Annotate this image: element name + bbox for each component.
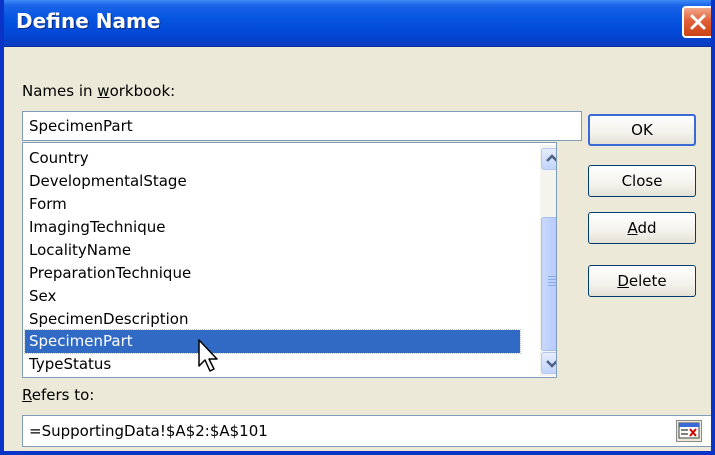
names-label-suffix: orkbook:: [109, 82, 176, 100]
scroll-thumb[interactable]: [541, 217, 556, 351]
list-item[interactable]: ImagingTechnique: [25, 216, 520, 239]
define-name-dialog: Define Name Names in workbook: SpecimenP…: [0, 0, 715, 455]
refers-to-label: Refers to:: [22, 386, 94, 404]
list-scrollbar[interactable]: [540, 145, 556, 376]
ok-button[interactable]: OK: [588, 114, 696, 146]
refers-label-suffix: efers to:: [31, 386, 95, 404]
collapse-dialog-button[interactable]: [676, 420, 702, 442]
add-button-mnemonic: A: [627, 219, 638, 237]
list-item[interactable]: DevelopmentalStage: [25, 170, 520, 193]
list-item[interactable]: SpecimenDescription: [25, 308, 520, 331]
grip-line: [548, 279, 556, 280]
list-item[interactable]: Sex: [25, 285, 520, 308]
names-listbox[interactable]: Country DevelopmentalStage Form ImagingT…: [22, 142, 557, 378]
collapse-dialog-icon: [678, 422, 700, 439]
name-input[interactable]: SpecimenPart: [22, 111, 582, 141]
close-icon: [690, 14, 706, 30]
names-label-mnemonic: w: [97, 82, 110, 100]
delete-button[interactable]: Delete: [588, 265, 696, 297]
list-item[interactable]: Country: [25, 147, 520, 170]
dialog-title: Define Name: [16, 9, 161, 33]
arrow-down-icon: [546, 360, 556, 368]
list-item[interactable]: TypeStatus: [25, 353, 520, 376]
refers-to-input[interactable]: =SupportingData!$A$2:$A$101: [22, 415, 711, 447]
names-in-workbook-label: Names in workbook:: [22, 82, 175, 100]
names-label-prefix: Names in: [22, 82, 98, 100]
delete-button-label: elete: [628, 272, 667, 290]
mouse-pointer-icon: [198, 339, 218, 372]
scroll-up-button[interactable]: [541, 148, 556, 170]
grip-line: [548, 285, 556, 286]
add-button-label: dd: [637, 219, 657, 237]
delete-button-mnemonic: D: [617, 272, 629, 290]
close-window-button[interactable]: [682, 6, 711, 38]
list-item[interactable]: PreparationTechnique: [25, 262, 520, 285]
refers-label-mnemonic: R: [22, 386, 32, 404]
grip-line: [548, 282, 556, 283]
close-button[interactable]: Close: [588, 165, 696, 197]
list-item[interactable]: LocalityName: [25, 239, 520, 262]
grip-line: [548, 276, 556, 277]
list-item-selected[interactable]: SpecimenPart: [24, 329, 521, 354]
title-bar[interactable]: Define Name: [4, 0, 711, 47]
add-button[interactable]: Add: [588, 212, 696, 244]
scroll-down-button[interactable]: [541, 352, 556, 374]
arrow-up-icon: [546, 154, 556, 162]
list-item[interactable]: Form: [25, 193, 520, 216]
